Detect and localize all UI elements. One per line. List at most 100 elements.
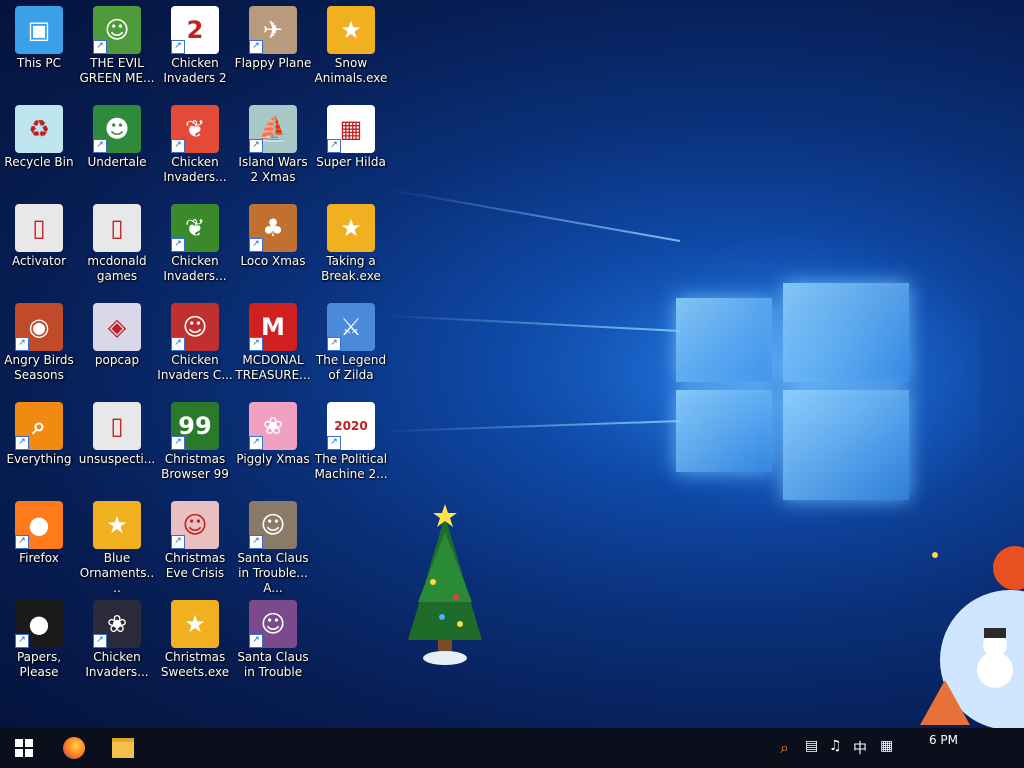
desktop-icon-label: Snow Animals.exe: [314, 56, 388, 85]
desktop-icon-label: The Political Machine 2...: [314, 452, 388, 481]
desktop-icon[interactable]: ◉ ↗ Angry Birds Seasons: [0, 299, 78, 391]
desktop-icon[interactable]: ❦ ↗ Chicken Invaders...: [156, 200, 234, 292]
desktop-icon[interactable]: ◈ popcap: [78, 299, 156, 391]
desktop-icon[interactable]: ❀ ↗ Piggly Xmas: [234, 398, 312, 490]
app-icon: M ↗: [249, 303, 297, 351]
christmas-tree-decoration: [408, 504, 482, 665]
app-icon: ⌕ ↗: [15, 402, 63, 450]
desktop-icon[interactable]: M ↗ MCDONAL TREASURE...: [234, 299, 312, 391]
desktop-icon[interactable]: ● ↗ Firefox: [0, 497, 78, 589]
desktop-icon-label: Blue Ornaments....: [79, 551, 155, 595]
desktop-icon-label: Firefox: [19, 551, 59, 565]
desktop-icon[interactable]: 99 ↗ Christmas Browser 99: [156, 398, 234, 490]
desktop-icon[interactable]: ▯ Activator: [0, 200, 78, 292]
app-icon-glyph: ❦: [184, 214, 206, 242]
desktop-icon[interactable]: ☺ ↗ THE EVIL GREEN ME...: [78, 2, 156, 94]
desktop-icon[interactable]: ⚔ ↗ The Legend of Zilda: [312, 299, 390, 391]
desktop-icon[interactable]: ▯ mcdonald games: [78, 200, 156, 292]
desktop-icon[interactable]: ❦ ↗ Chicken Invaders...: [156, 101, 234, 193]
app-icon: ☺ ↗: [171, 501, 219, 549]
taskbar-file-explorer-button[interactable]: [103, 732, 143, 764]
app-icon: ● ↗: [15, 501, 63, 549]
shortcut-arrow-icon: ↗: [171, 535, 185, 549]
shortcut-arrow-icon: ↗: [327, 337, 341, 351]
shortcut-arrow-icon: ↗: [171, 139, 185, 153]
app-icon-glyph: ☺: [182, 313, 208, 341]
app-icon-glyph: ⌕: [32, 412, 46, 440]
shortcut-arrow-icon: ↗: [249, 238, 263, 252]
shortcut-arrow-icon: ↗: [15, 634, 29, 648]
app-icon-glyph: ❀: [106, 610, 128, 638]
desktop-icon-label: Super Hilda: [316, 155, 386, 169]
desktop-icon[interactable]: ▣ This PC: [0, 2, 78, 94]
desktop-icon[interactable]: ★ Christmas Sweets.exe: [156, 596, 234, 688]
desktop-icon-label: Everything: [6, 452, 72, 466]
app-icon-glyph: ◈: [107, 313, 127, 341]
volume-icon[interactable]: ♫: [829, 738, 842, 754]
desktop-icon-label: The Legend of Zilda: [315, 353, 387, 382]
desktop-icon[interactable]: ★ Snow Animals.exe: [312, 2, 390, 94]
shortcut-arrow-icon: ↗: [249, 535, 263, 549]
desktop-icon[interactable]: ⛵ ↗ Island Wars 2 Xmas: [234, 101, 312, 193]
desktop-icon[interactable]: ☺ ↗ Chicken Invaders C...: [156, 299, 234, 391]
app-icon: ☺ ↗: [249, 501, 297, 549]
desktop-icon-label: Santa Claus in Trouble: [237, 650, 309, 679]
app-icon: ★: [171, 600, 219, 648]
app-icon-glyph: ●: [28, 610, 50, 638]
desktop-icon-label: mcdonald games: [87, 254, 147, 283]
desktop-icon[interactable]: ❀ ↗ Chicken Invaders...: [78, 596, 156, 688]
app-icon: ◈: [93, 303, 141, 351]
app-icon: ❦ ↗: [171, 204, 219, 252]
desktop-icon[interactable]: ✈ ↗ Flappy Plane: [234, 2, 312, 94]
desktop-icon[interactable]: ☺ ↗ Christmas Eve Crisis: [156, 497, 234, 589]
desktop-icon-label: Chicken Invaders 2: [163, 56, 227, 85]
app-icon: ☺ ↗: [249, 600, 297, 648]
desktop-icon[interactable]: ★ Taking a Break.exe: [312, 200, 390, 292]
app-icon-glyph: ★: [184, 610, 206, 638]
wallpaper-beam: [384, 187, 681, 242]
app-icon-glyph: ★: [106, 511, 128, 539]
desktop-icon[interactable]: ⌕ ↗ Everything: [0, 398, 78, 490]
app-icon-glyph: ❀: [262, 412, 284, 440]
start-button[interactable]: [4, 732, 44, 764]
shortcut-arrow-icon: ↗: [93, 40, 107, 54]
shortcut-arrow-icon: ↗: [171, 436, 185, 450]
desktop-icon-label: Flappy Plane: [234, 56, 312, 70]
desktop-icon[interactable]: ☺ ↗ Santa Claus in Trouble... A...: [234, 497, 312, 595]
app-icon-glyph: ♻: [28, 115, 50, 143]
shortcut-arrow-icon: ↗: [249, 139, 263, 153]
desktop-icon-label: Activator: [11, 254, 67, 268]
app-icon: ▦ ↗: [327, 105, 375, 153]
desktop-icon[interactable]: 2 ↗ Chicken Invaders 2: [156, 2, 234, 94]
desktop-icon-label: Island Wars 2 Xmas: [238, 155, 308, 184]
shortcut-arrow-icon: ↗: [327, 436, 341, 450]
windows-logo-icon: [15, 739, 33, 757]
desktop-icon[interactable]: ☻ ↗ Undertale: [78, 101, 156, 193]
desktop-icon[interactable]: ★ Blue Ornaments....: [78, 497, 156, 595]
keyboard-icon[interactable]: ▦: [880, 738, 893, 754]
shortcut-arrow-icon: ↗: [249, 436, 263, 450]
ime-indicator[interactable]: 中: [853, 738, 867, 758]
folder-icon: [112, 738, 134, 758]
shortcut-arrow-icon: ↗: [15, 436, 29, 450]
desktop-icon[interactable]: ▯ unsuspecti...: [78, 398, 156, 490]
app-icon-glyph: ●: [28, 511, 50, 539]
app-icon: ▯: [15, 204, 63, 252]
app-icon: ☻ ↗: [93, 105, 141, 153]
desktop-icon[interactable]: ● ↗ Papers, Please: [0, 596, 78, 688]
app-icon-glyph: ✈: [262, 16, 284, 44]
shortcut-arrow-icon: ↗: [15, 337, 29, 351]
app-icon-glyph: 2020: [334, 419, 368, 433]
desktop-icon[interactable]: ☺ ↗ Santa Claus in Trouble: [234, 596, 312, 688]
network-icon[interactable]: ▤: [805, 738, 818, 754]
desktop-icon[interactable]: ▦ ↗ Super Hilda: [312, 101, 390, 193]
desktop-icon[interactable]: ♻ Recycle Bin: [0, 101, 78, 193]
search-tray-icon[interactable]: ⌕: [780, 738, 789, 758]
desktop-icon-label: Chicken Invaders...: [85, 650, 149, 679]
taskbar-firefox-button[interactable]: [54, 732, 94, 764]
app-icon: ✈ ↗: [249, 6, 297, 54]
desktop-icon[interactable]: ♣ ↗ Loco Xmas: [234, 200, 312, 292]
desktop-icon[interactable]: 2020 ↗ The Political Machine 2...: [312, 398, 390, 490]
taskbar-clock[interactable]: 6 PM: [929, 732, 958, 748]
app-icon-glyph: ☻: [104, 115, 130, 143]
